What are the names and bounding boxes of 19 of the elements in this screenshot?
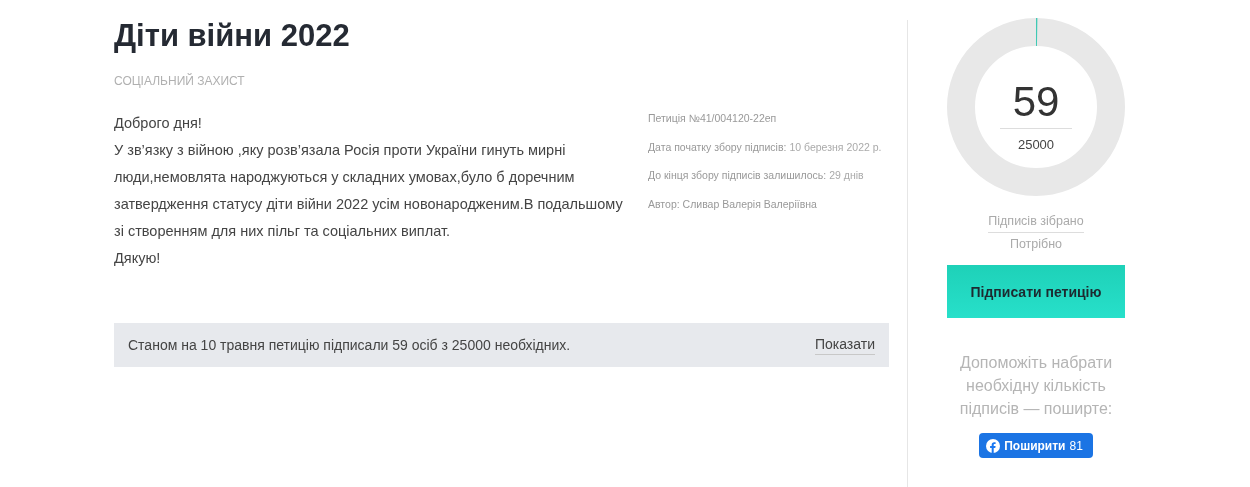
meta-line: Дата початку збору підписів: 10 березня 2022 р. — [648, 140, 882, 155]
body-paragraph: Доброго дня! — [114, 114, 203, 133]
show-link[interactable]: Показати — [814, 335, 875, 355]
petition-title: Діти війни 2022 — [114, 17, 351, 55]
share-button[interactable]: Поширити 81 — [979, 433, 1093, 458]
collected-label: Підписів зібрано — [988, 210, 1084, 233]
sign-button[interactable]: Підписати петицію — [947, 265, 1125, 318]
status-text: Станом на 10 травня петицію підписали 59 осіб з 25000 необхідних. — [128, 337, 571, 353]
signature-count: 59 — [1000, 72, 1072, 129]
body-paragraph: Дякую! — [114, 249, 162, 268]
category-label: СОЦІАЛЬНИЙ ЗАХИСТ — [114, 74, 246, 88]
body-paragraph: У зв’язку з війною ,яку розв’язала Росія проти України гинуть мирні люди,немовлята народжуються у складних умовах,було б доречним затвердження статусу діти війни 2022 усім новонародженим.В подальшому зі створенням для них пільг та соціальних виплат. — [114, 141, 624, 241]
meta-line: До кінця збору підписів залишилось: 29 днів — [648, 169, 865, 183]
meta-line: Петиція №41/004120-22еп — [648, 112, 778, 126]
meta-line: Автор: Сливар Валерія Валеріївна — [648, 197, 818, 212]
facebook-icon — [986, 438, 1001, 453]
signature-goal: 25000 — [1017, 137, 1055, 152]
required-label: Потрібно — [1009, 236, 1063, 253]
share-prompt: Допоможіть набрати необхідну кількість підписів — поширте: — [958, 353, 1114, 419]
